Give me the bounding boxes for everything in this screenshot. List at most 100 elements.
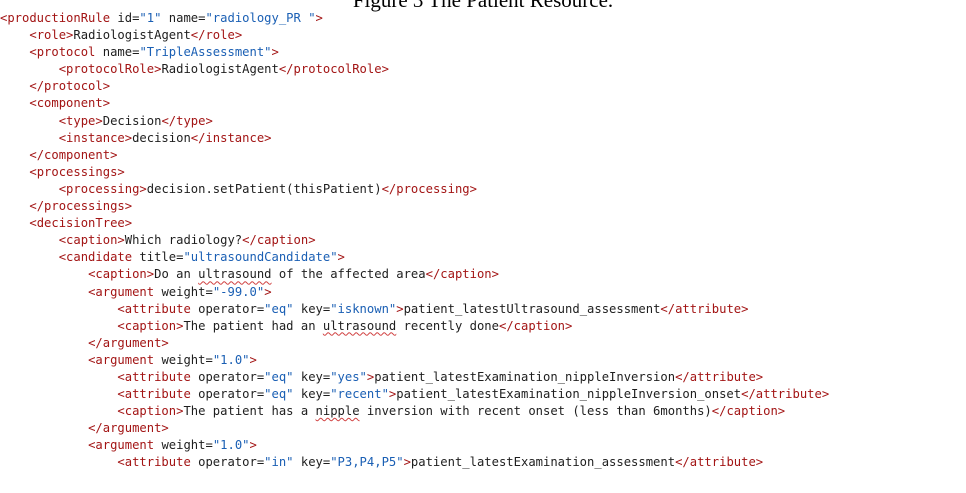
code-line: <protocol name="TripleAssessment"> [0, 44, 966, 61]
code-line: <caption>Do an ultrasound of the affecte… [0, 266, 966, 283]
code-line: <argument weight="-99.0"> [0, 284, 966, 301]
code-line: <productionRule id="1" name="radiology_P… [0, 10, 966, 27]
code-token-tag: </caption> [425, 267, 499, 282]
code-token-squiggle: ultrasound [198, 267, 272, 282]
code-line: <instance>decision</instance> [0, 130, 966, 147]
code-token-txt: decision [132, 130, 191, 145]
code-token-tag: </attribute> [675, 455, 764, 470]
code-token-tag: <protocolRole> [58, 62, 162, 77]
code-line: <processing>decision.setPatient(thisPati… [0, 181, 966, 198]
code-line: </argument> [0, 420, 966, 437]
code-token-txt: recently done [396, 318, 499, 333]
code-line: <type>Decision</type> [0, 113, 966, 130]
code-token-tag: </caption> [711, 404, 786, 419]
code-token-attr: operator= [190, 387, 265, 402]
code-token-tag: </processing> [381, 181, 477, 196]
code-token-tag: <caption> [88, 267, 155, 282]
code-token-str: "eq" [264, 369, 294, 384]
code-token-str: "in" [264, 455, 294, 470]
code-token-tag: > [264, 284, 272, 299]
code-token-attr: key= [293, 387, 331, 402]
code-token-txt: RadiologistAgent [161, 62, 279, 77]
code-token-squiggle: ultrasound [322, 318, 397, 333]
code-line: <component> [0, 95, 966, 112]
code-token-tag: <argument [88, 284, 155, 299]
code-token-squiggle: nipple [315, 404, 360, 419]
code-token-tag: <type> [58, 113, 103, 128]
code-token-txt: Do an [154, 267, 199, 282]
code-token-str: "1.0" [212, 352, 250, 367]
code-token-attr: key= [293, 301, 331, 316]
code-token-str: "1" [139, 11, 162, 25]
code-line: <caption>The patient has a nipple invers… [0, 403, 966, 420]
code-token-attr: name= [161, 11, 206, 25]
code-token-tag: </caption> [498, 318, 573, 333]
code-line: <attribute operator="in" key="P3,P4,P5">… [0, 454, 966, 471]
code-token-attr: name= [95, 45, 140, 60]
code-token-tag: <attribute [117, 387, 191, 402]
code-token-tag: <decisionTree> [29, 216, 133, 231]
code-token-tag: <candidate [58, 250, 133, 265]
code-token-str: "TripleAssessment" [139, 45, 272, 60]
code-line: <caption>Which radiology?</caption> [0, 232, 966, 249]
code-token-attr: operator= [190, 301, 265, 316]
code-token-attr: operator= [190, 455, 265, 470]
code-line: <processings> [0, 164, 966, 181]
code-token-attr: weight= [154, 352, 213, 367]
code-token-tag: <component> [29, 96, 111, 111]
code-line: <attribute operator="eq" key="isknown">p… [0, 301, 966, 318]
code-token-str: "eq" [264, 301, 294, 316]
code-token-tag: </component> [29, 147, 118, 162]
code-line: <attribute operator="eq" key="yes">patie… [0, 369, 966, 386]
code-line: <candidate title="ultrasoundCandidate"> [0, 249, 966, 266]
code-token-tag: </instance> [190, 130, 272, 145]
code-token-tag: <caption> [117, 404, 184, 419]
code-token-tag: <argument [88, 352, 155, 367]
code-token-tag: </caption> [242, 233, 316, 248]
code-token-tag: <caption> [58, 233, 125, 248]
code-token-str: "yes" [330, 369, 367, 384]
code-token-str: "P3,P4,P5" [330, 455, 404, 470]
code-token-attr: key= [293, 369, 331, 384]
code-line: <argument weight="1.0"> [0, 352, 966, 369]
code-token-attr: weight= [154, 284, 213, 299]
code-token-str: "-99.0" [212, 284, 265, 299]
code-token-tag: > [249, 352, 257, 367]
code-token-tag: <productionRule [0, 11, 111, 25]
code-token-tag: </attribute> [675, 369, 764, 384]
code-token-attr: operator= [190, 369, 265, 384]
code-token-tag: </role> [190, 28, 243, 43]
code-token-tag: </attribute> [741, 387, 830, 402]
code-token-txt: of the affected area [271, 267, 426, 282]
code-token-txt: The patient has a [183, 404, 316, 419]
code-line: <role>RadiologistAgent</role> [0, 27, 966, 44]
code-token-tag: <attribute [117, 455, 191, 470]
code-token-str: "eq" [264, 387, 294, 402]
code-token-attr: key= [293, 455, 331, 470]
code-token-txt: patient_latestExamination_nippleInversio… [396, 387, 742, 402]
code-token-txt: patient_latestExamination_nippleInversio… [374, 369, 676, 384]
code-token-tag: > [396, 301, 404, 316]
code-token-str: "recent" [330, 387, 389, 402]
code-token-txt: Which radiology? [124, 233, 243, 248]
